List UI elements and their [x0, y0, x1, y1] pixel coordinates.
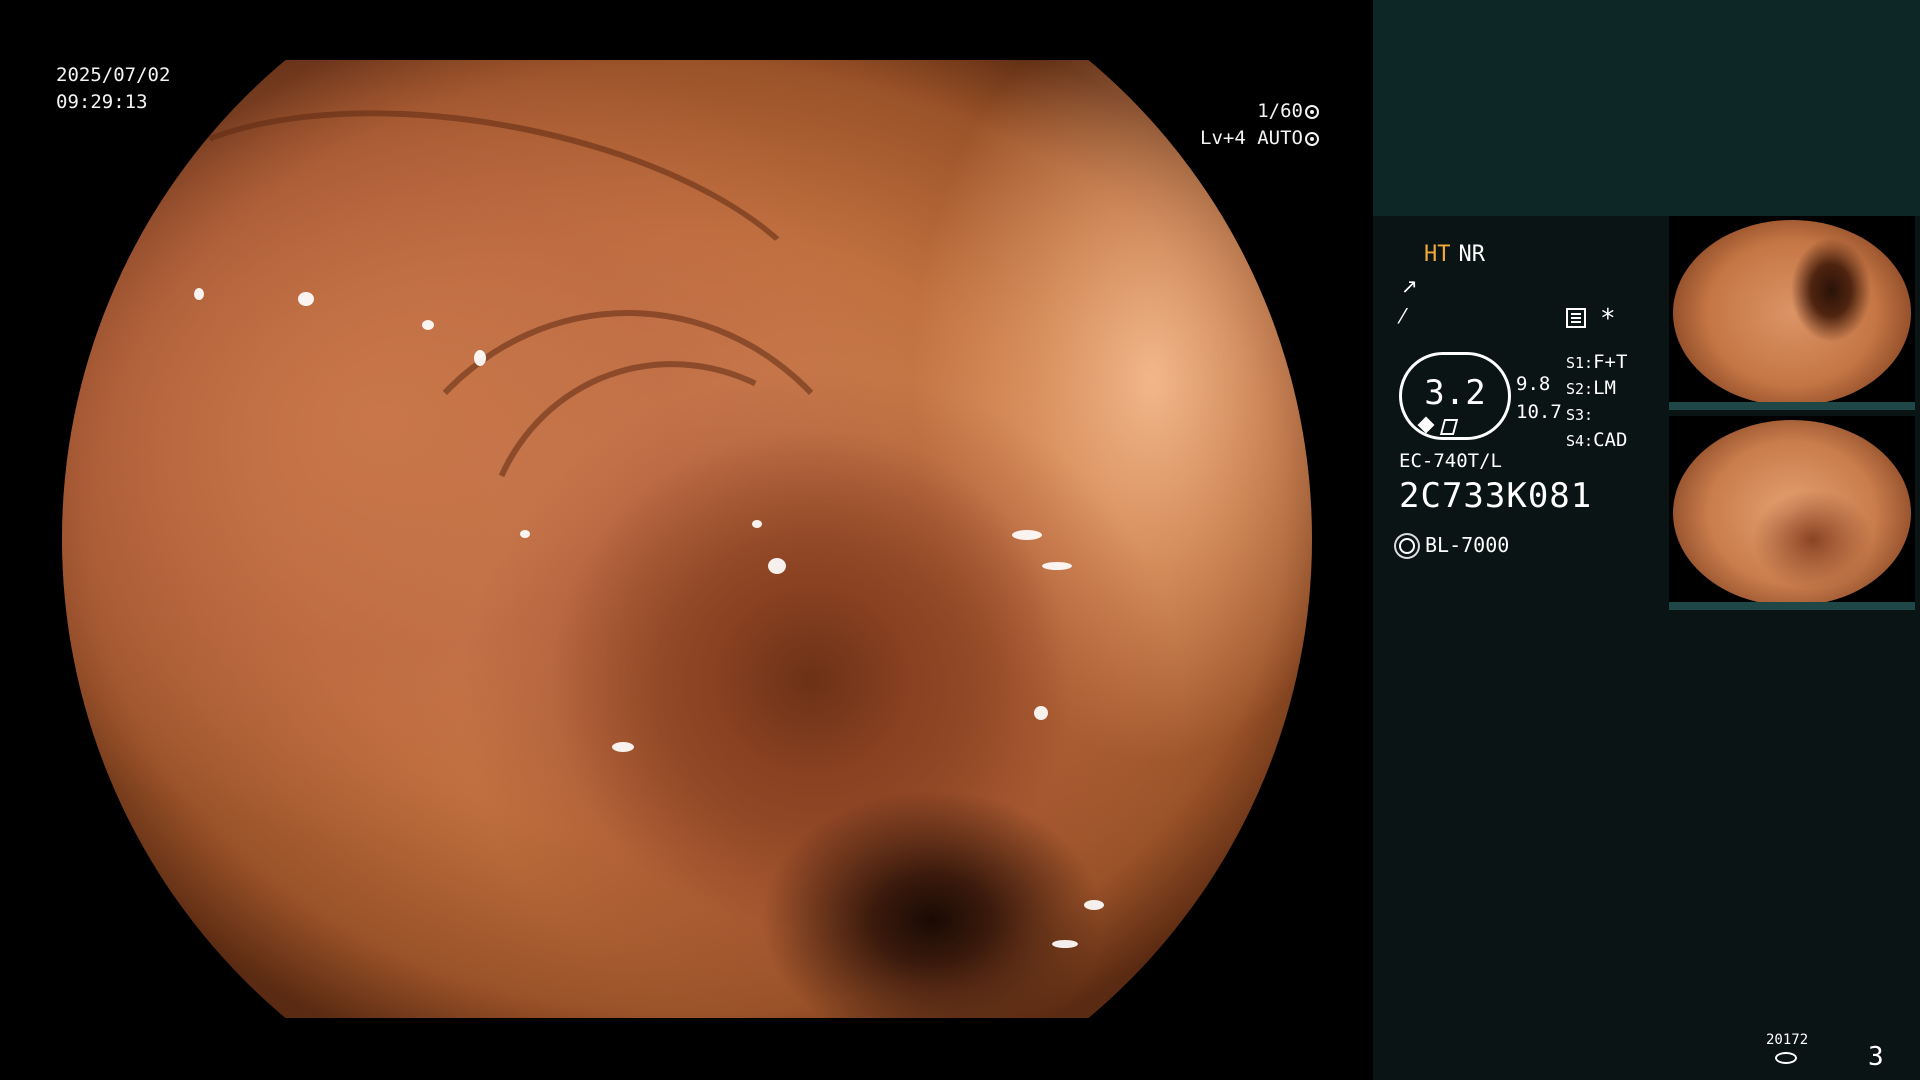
page-number: 3	[1868, 1042, 1884, 1072]
info-panel-header	[1373, 0, 1920, 216]
scope-serial: 2C733K081	[1399, 476, 1593, 516]
scope-model: EC-740T/L	[1399, 450, 1502, 472]
zoom-sub-values: 9.8 10.7	[1516, 370, 1562, 426]
captured-thumbnail[interactable]	[1669, 416, 1915, 610]
light-reflection	[194, 288, 204, 300]
settings-icon	[1566, 308, 1586, 328]
shutter-icon	[1305, 105, 1319, 119]
endoscope-image	[62, 60, 1312, 1018]
thumbnail-bar	[1669, 402, 1915, 410]
light-reflection	[474, 350, 486, 366]
record-count: 20172	[1766, 1032, 1809, 1048]
shutter-text: 1/60	[1257, 100, 1303, 122]
light-reflection	[520, 530, 530, 538]
zoom-sub-value-1: 9.8	[1516, 373, 1551, 395]
thumbnail-image	[1673, 420, 1911, 606]
exposure-overlay: 1/60 Lv+4 AUTO	[1195, 98, 1319, 152]
iris-icon	[1305, 132, 1319, 146]
switch-row: S1:F+T	[1566, 351, 1628, 373]
time-text: 09:29:13	[56, 91, 148, 113]
light-reflection	[422, 320, 434, 330]
light-reflection	[1012, 530, 1042, 540]
light-reflection	[612, 742, 634, 752]
light-reflection	[1052, 940, 1078, 948]
mode-nr-label: NR	[1458, 242, 1486, 267]
captured-thumbnail[interactable]	[1669, 216, 1915, 410]
iris-text: Lv+4 AUTO	[1200, 127, 1303, 149]
record-storage-icon	[1775, 1052, 1797, 1064]
switch-row: S2:LM	[1566, 377, 1616, 399]
asterisk-mark: *	[1600, 304, 1616, 334]
zoom-sub-value-2: 10.7	[1516, 401, 1562, 423]
thumbnail-image	[1673, 220, 1911, 406]
zoom-mode-icon	[1417, 416, 1435, 434]
light-reflection	[1084, 900, 1104, 910]
zoom-value: 3.2	[1424, 373, 1486, 413]
light-reflection	[768, 558, 786, 574]
date-text: 2025/07/02	[56, 64, 171, 86]
light-source-label: BL-7000	[1425, 533, 1510, 557]
switch-assignment-list: S1:F+T S2:LM S3: S4:CAD	[1566, 350, 1627, 454]
switch-row: S4:CAD	[1566, 429, 1628, 451]
date-time-overlay: 2025/07/02 09:29:13	[56, 62, 170, 116]
mode-ht-label: HT	[1424, 242, 1451, 267]
light-source-icon	[1399, 538, 1415, 554]
endoscope-view: 2025/07/02 09:29:13 1/60 Lv+4 AUTO	[0, 0, 1373, 1080]
thumbnail-bar	[1669, 602, 1915, 610]
structure-enhance-icon: ↗	[1401, 274, 1418, 298]
zoom-badge: 3.2	[1399, 352, 1511, 440]
light-reflection	[752, 520, 762, 528]
color-enhance-icon: ⁄	[1401, 304, 1405, 328]
light-reflection	[1034, 706, 1048, 720]
light-reflection	[298, 292, 314, 306]
switch-row: S3:	[1566, 406, 1594, 424]
light-source-row: BL-7000	[1399, 533, 1509, 557]
image-mode-row: HT NR	[1424, 242, 1485, 267]
zoom-frame-icon	[1439, 419, 1459, 435]
light-reflection	[1042, 562, 1072, 570]
